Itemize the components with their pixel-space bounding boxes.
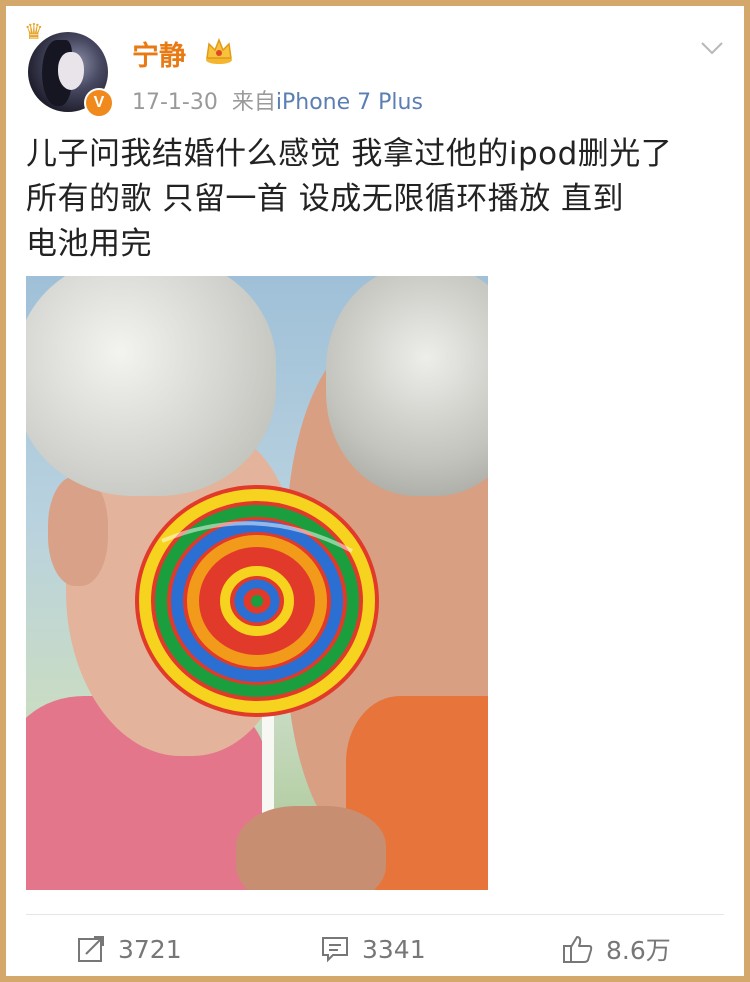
comment-icon [322, 937, 348, 963]
post-text-line: 电池用完 [26, 226, 152, 262]
post-meta: 17-1-30 来自iPhone 7 Plus [132, 84, 423, 116]
repost-count: 3721 [118, 934, 182, 964]
photo-woman-ear [48, 476, 108, 586]
post-text-line: 儿子问我结婚什么感觉 我拿过他的ipod删光了 [26, 136, 673, 172]
avatar[interactable]: ♛ V [24, 22, 114, 118]
crown-badge-icon: ♛ [24, 20, 44, 45]
username[interactable]: 宁静 [132, 34, 186, 73]
like-count: 8.6万 [606, 936, 671, 965]
thumbs-up-icon [563, 936, 593, 963]
comment-count: 3341 [362, 934, 426, 964]
avatar-face [58, 52, 84, 90]
repost-button[interactable]: 3721 [76, 932, 182, 966]
post-text-line: 所有的歌 只留一首 设成无限循环播放 直到 [26, 181, 625, 217]
post-text: 儿子问我结婚什么感觉 我拿过他的ipod删光了 所有的歌 只留一首 设成无限循环… [26, 132, 726, 267]
weibo-post-card: ♛ V 宁静 17-1-30 来自iPhone 7 Plus 儿子问我结婚什么感… [6, 6, 744, 976]
source-link[interactable]: iPhone 7 Plus [276, 90, 423, 115]
photo-hand [236, 806, 386, 890]
photo-man-hair [326, 276, 488, 496]
lollipop-candy [135, 485, 379, 717]
source-prefix: 来自 [231, 90, 276, 115]
comment-button[interactable]: 3341 [320, 932, 426, 966]
divider [26, 914, 724, 915]
crown-icon [206, 37, 232, 64]
post-date: 17-1-30 [132, 90, 218, 115]
photo-woman-hair [26, 276, 276, 496]
chevron-down-icon[interactable] [700, 40, 724, 56]
repost-icon [78, 936, 104, 962]
post-image[interactable] [26, 276, 488, 890]
like-button[interactable]: 8.6万 [562, 932, 671, 966]
verified-badge-icon: V [84, 88, 114, 118]
